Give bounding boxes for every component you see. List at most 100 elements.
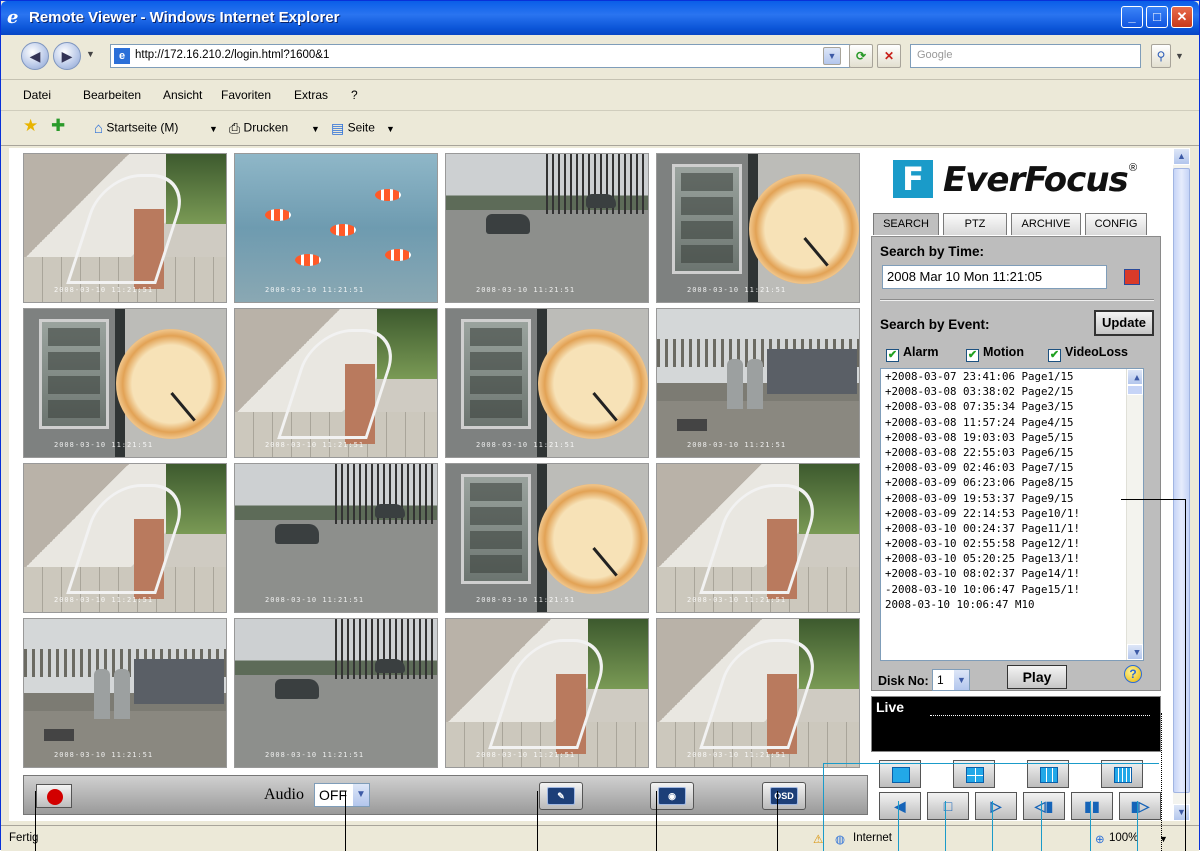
zoom-level[interactable]: 100% (1109, 832, 1138, 844)
time-field[interactable]: 2008 Mar 10 Mon 11:21:05 (882, 265, 1107, 289)
search-icon[interactable]: ⚲ (1151, 44, 1171, 68)
camera-tile-16[interactable]: 2008-03-10 11:21:51 (656, 618, 860, 768)
osd-button[interactable]: OSD (762, 782, 806, 810)
step-forward-button[interactable]: ▷ (975, 792, 1017, 820)
event-list-scrollbar[interactable]: ▲ ▼ (1126, 369, 1143, 660)
tab-search[interactable]: SEARCH (873, 213, 939, 235)
fast-forward-button[interactable]: ▮▷ (1119, 792, 1161, 820)
tab-archive[interactable]: ARCHIVE (1011, 213, 1081, 235)
event-row[interactable]: +2008-03-10 08:02:37 Page14/1! (881, 566, 1143, 581)
videoloss-checkbox[interactable]: ✔ VideoLoss (1048, 345, 1128, 362)
url-dropdown-icon[interactable]: ▼ (823, 47, 841, 65)
rewind-button[interactable]: ◁▮ (1023, 792, 1065, 820)
event-row[interactable]: +2008-03-07 23:41:06 Page1/15 (881, 369, 1143, 384)
stop-button[interactable]: ✕ (877, 44, 901, 68)
event-row[interactable]: -2008-03-10 10:06:47 Page15/1! (881, 582, 1143, 597)
pause-button[interactable]: ▮▮ (1071, 792, 1113, 820)
help-icon[interactable]: ? (1124, 665, 1142, 683)
camera-tile-13[interactable]: 2008-03-10 11:21:51 (23, 618, 227, 768)
layout-1x1-button[interactable] (879, 760, 921, 788)
layout-2x2-button[interactable] (953, 760, 995, 788)
refresh-button[interactable]: ⟳ (849, 44, 873, 68)
stop-playback-button[interactable]: □ (927, 792, 969, 820)
back-button[interactable]: ◀ (21, 42, 49, 70)
print-dropdown-icon[interactable]: ▼ (311, 124, 320, 134)
event-row[interactable]: +2008-03-08 19:03:03 Page5/15 (881, 430, 1143, 445)
scroll-up-icon[interactable]: ▲ (1127, 369, 1143, 385)
motion-checkbox[interactable]: ✔ Motion (966, 345, 1024, 362)
scroll-thumb[interactable] (1127, 385, 1143, 395)
camera-tile-15[interactable]: 2008-03-10 11:21:51 (445, 618, 649, 768)
camera-tile-11[interactable]: 2008-03-10 11:21:51 (445, 463, 649, 613)
menu-favoriten[interactable]: Favoriten (221, 88, 271, 102)
scroll-down-icon[interactable]: ▼ (1127, 644, 1143, 660)
snapshot-button[interactable]: ✎ (539, 782, 583, 810)
event-row[interactable]: +2008-03-09 02:46:03 Page7/15 (881, 460, 1143, 475)
layout-3x3-button[interactable] (1027, 760, 1069, 788)
camera-tile-2[interactable]: 2008-03-10 11:21:51 (234, 153, 438, 303)
scroll-down-icon[interactable]: ▼ (1173, 804, 1190, 821)
menu-extras[interactable]: Extras (294, 88, 328, 102)
camera-tile-6[interactable]: 2008-03-10 11:21:51 (234, 308, 438, 458)
camera-tile-8[interactable]: 2008-03-10 11:21:51 (656, 308, 860, 458)
minimize-button[interactable]: _ (1121, 6, 1143, 28)
event-row[interactable]: +2008-03-10 00:24:37 Page11/1! (881, 521, 1143, 536)
live-status: Live (871, 696, 1161, 752)
page-dropdown-icon[interactable]: ▼ (386, 124, 395, 134)
event-row[interactable]: +2008-03-10 02:55:58 Page12/1! (881, 536, 1143, 551)
alarm-checkbox[interactable]: ✔ Alarm (886, 345, 938, 362)
add-favorite-icon[interactable]: ✚ (51, 116, 65, 136)
menu-ansicht[interactable]: Ansicht (163, 88, 202, 102)
disk-select[interactable]: 1 ▼ (932, 669, 970, 691)
event-row[interactable]: +2008-03-09 22:14:53 Page10/1! (881, 506, 1143, 521)
camera-tile-3[interactable]: 2008-03-10 11:21:51 (445, 153, 649, 303)
zoom-icon[interactable]: ⊕ (1095, 832, 1105, 846)
page-scrollbar[interactable]: ▲ ▼ (1173, 148, 1190, 821)
event-row[interactable]: +2008-03-08 03:38:02 Page2/15 (881, 384, 1143, 399)
event-row[interactable]: +2008-03-08 22:55:03 Page6/15 (881, 445, 1143, 460)
menu-bearbeiten[interactable]: Bearbeiten (83, 88, 141, 102)
camera-tile-4[interactable]: 2008-03-10 11:21:51 (656, 153, 860, 303)
tab-ptz[interactable]: PTZ (943, 213, 1007, 235)
page-button[interactable]: ▤ Seite (331, 120, 375, 137)
event-row[interactable]: +2008-03-08 07:35:34 Page3/15 (881, 399, 1143, 414)
event-row[interactable]: +2008-03-08 11:57:24 Page4/15 (881, 415, 1143, 430)
update-button[interactable]: Update (1094, 310, 1154, 336)
camera-tile-12[interactable]: 2008-03-10 11:21:51 (656, 463, 860, 613)
camera-tile-9[interactable]: 2008-03-10 11:21:51 (23, 463, 227, 613)
camera-tile-5[interactable]: 2008-03-10 11:21:51 (23, 308, 227, 458)
history-dropdown-icon[interactable]: ▼ (86, 49, 95, 59)
scroll-up-icon[interactable]: ▲ (1173, 148, 1190, 165)
audio-select[interactable]: OFF ▼ (314, 783, 370, 807)
record-button[interactable] (36, 784, 72, 808)
camera-tile-14[interactable]: 2008-03-10 11:21:51 (234, 618, 438, 768)
scroll-thumb[interactable] (1173, 168, 1190, 793)
tab-config[interactable]: CONFIG (1085, 213, 1147, 235)
search-options-icon[interactable]: ▼ (1175, 51, 1184, 61)
audio-value: OFF (319, 787, 347, 803)
event-row[interactable]: +2008-03-10 05:20:25 Page13/1! (881, 551, 1143, 566)
menu-help[interactable]: ? (351, 88, 358, 102)
url-field[interactable]: e http://172.16.210.2/login.html?1600&1 (110, 44, 850, 68)
play-button[interactable]: Play (1007, 665, 1067, 689)
event-row[interactable]: 2008-03-10 10:06:47 M10 (881, 597, 1143, 612)
close-button[interactable]: ✕ (1171, 6, 1193, 28)
forward-button[interactable]: ▶ (53, 42, 81, 70)
maximize-button[interactable]: □ (1146, 6, 1168, 28)
event-row[interactable]: +2008-03-09 06:23:06 Page8/15 (881, 475, 1143, 490)
camera-tile-1[interactable]: 2008-03-10 11:21:51 (23, 153, 227, 303)
event-list[interactable]: +2008-03-07 23:41:06 Page1/15 +2008-03-08… (880, 368, 1144, 661)
print-button[interactable]: ⎙ Drucken (229, 120, 288, 137)
camera-tile-10[interactable]: 2008-03-10 11:21:51 (234, 463, 438, 613)
calendar-icon[interactable] (1124, 269, 1140, 285)
menu-datei[interactable]: Datei (23, 88, 51, 102)
home-dropdown-icon[interactable]: ▼ (209, 124, 218, 134)
event-row[interactable]: +2008-03-09 19:53:37 Page9/15 (881, 491, 1143, 506)
home-button[interactable]: ⌂ Startseite (M) (94, 120, 178, 137)
layout-4x4-button[interactable] (1101, 760, 1143, 788)
zone-label: Internet (853, 832, 892, 844)
search-input[interactable]: Google (910, 44, 1141, 68)
camera-tile-7[interactable]: 2008-03-10 11:21:51 (445, 308, 649, 458)
favorites-star-icon[interactable]: ★ (23, 116, 38, 136)
step-back-button[interactable]: ◀ (879, 792, 921, 820)
